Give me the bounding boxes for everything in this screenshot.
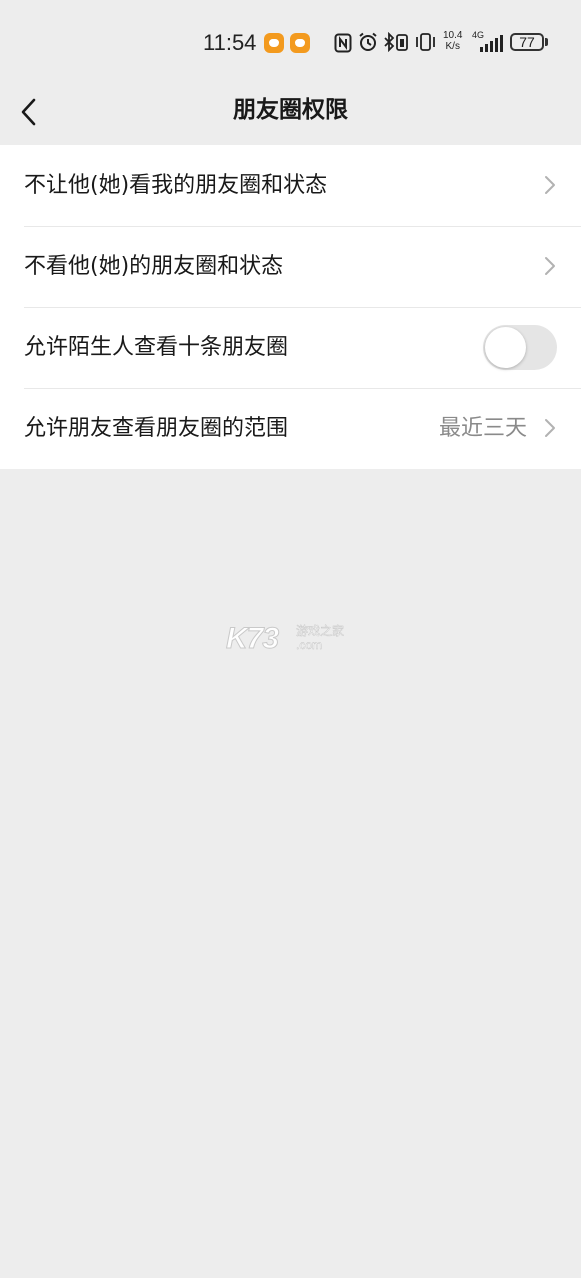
row-label: 允许朋友查看朋友圈的范围 bbox=[24, 416, 289, 441]
watermark-domain: .com bbox=[296, 638, 323, 652]
app-badge-icon bbox=[264, 33, 284, 53]
signal-icon: 4G bbox=[472, 30, 506, 54]
row-stranger-view-ten-posts: 允许陌生人查看十条朋友圈 bbox=[0, 307, 581, 388]
toggle-knob bbox=[485, 327, 526, 368]
settings-list: 不让他(她)看我的朋友圈和状态 不看他(她)的朋友圈和状态 允许陌生人查看十条朋… bbox=[0, 145, 581, 469]
page-title: 朋友圈权限 bbox=[233, 97, 348, 123]
visible-range-value: 最近三天 bbox=[438, 416, 527, 441]
chevron-right-icon bbox=[545, 257, 555, 275]
watermark-sub: 游戏之家 bbox=[296, 624, 345, 638]
net-speed-unit: K/s bbox=[445, 41, 460, 52]
vibrate-icon bbox=[416, 33, 435, 51]
row-label: 允许陌生人查看十条朋友圈 bbox=[24, 335, 289, 360]
battery-tip bbox=[545, 38, 548, 46]
k73-watermark-logo: K73 游戏之家 .com bbox=[225, 622, 356, 656]
battery-icon: 77 bbox=[510, 33, 544, 51]
chevron-right-icon bbox=[545, 419, 555, 437]
row-hide-their-moments[interactable]: 不看他(她)的朋友圈和状态 bbox=[0, 226, 581, 307]
status-bar: 11:54 10.4 K/s 4G 77 bbox=[0, 0, 581, 80]
stranger-view-toggle[interactable] bbox=[483, 325, 557, 370]
watermark-brand: K73 bbox=[225, 622, 279, 656]
nfc-icon bbox=[334, 33, 352, 53]
net-speed: 10.4 K/s bbox=[443, 30, 462, 52]
bluetooth-icon bbox=[384, 32, 408, 52]
battery-level: 77 bbox=[519, 34, 535, 50]
chevron-right-icon bbox=[545, 176, 555, 194]
net-speed-value: 10.4 bbox=[443, 30, 463, 41]
nav-bar: 朋友圈权限 bbox=[0, 80, 581, 144]
alarm-icon bbox=[359, 32, 377, 51]
row-visible-range[interactable]: 允许朋友查看朋友圈的范围 最近三天 bbox=[0, 388, 581, 469]
row-label: 不看他(她)的朋友圈和状态 bbox=[24, 254, 284, 279]
app-badge-icon bbox=[290, 33, 310, 53]
row-label: 不让他(她)看我的朋友圈和状态 bbox=[24, 173, 328, 198]
status-time: 11:54 bbox=[203, 30, 257, 55]
row-hide-my-moments[interactable]: 不让他(她)看我的朋友圈和状态 bbox=[0, 145, 581, 226]
